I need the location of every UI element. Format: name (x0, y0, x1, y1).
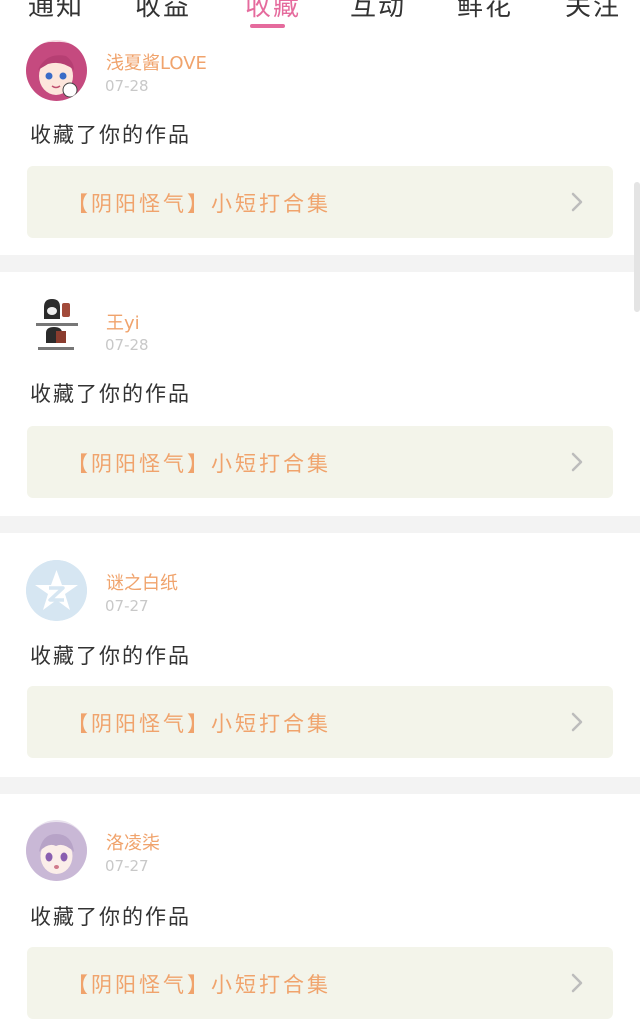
action-text: 收藏了你的作品 (30, 905, 191, 929)
timestamp: 07-27 (105, 597, 149, 615)
chevron-right-icon (571, 452, 583, 472)
anime-girl-avatar-icon[interactable] (26, 820, 87, 881)
chevron-right-icon (571, 973, 583, 993)
anime-girl-avatar-icon[interactable] (26, 40, 87, 101)
work-title: 【阴阳怪气】小短打合集 (67, 192, 331, 216)
notification-card: 王yi 07-28 收藏了你的作品 【阴阳怪气】小短打合集 (0, 272, 640, 516)
timestamp: 07-28 (105, 77, 149, 95)
tab-favorites[interactable]: 收藏 (245, 0, 301, 22)
notification-card: 谜之白纸 07-27 收藏了你的作品 【阴阳怪气】小短打合集 (0, 533, 640, 777)
scrollbar-thumb[interactable] (634, 182, 640, 312)
username[interactable]: 洛凌柒 (106, 829, 160, 855)
tab-interactions[interactable]: 互动 (350, 0, 406, 22)
username[interactable]: 浅夏酱LOVE (106, 49, 207, 75)
notification-card: 洛凌柒 07-27 收藏了你的作品 【阴阳怪气】小短打合集 (0, 794, 640, 1019)
tab-flowers[interactable]: 鲜花 (457, 0, 513, 22)
card-separator (0, 516, 640, 533)
tab-following[interactable]: 关注 (565, 0, 621, 22)
work-link[interactable]: 【阴阳怪气】小短打合集 (27, 426, 613, 498)
card-separator (0, 255, 640, 272)
username[interactable]: 谜之白纸 (106, 569, 178, 595)
action-text: 收藏了你的作品 (30, 123, 191, 147)
tab-income[interactable]: 收益 (135, 0, 191, 22)
work-title: 【阴阳怪气】小短打合集 (67, 452, 331, 476)
action-text: 收藏了你的作品 (30, 644, 191, 668)
work-title: 【阴阳怪气】小短打合集 (67, 712, 331, 736)
active-tab-indicator (250, 24, 285, 28)
timestamp: 07-28 (105, 336, 149, 354)
work-link[interactable]: 【阴阳怪气】小短打合集 (27, 686, 613, 758)
meme-avatar-icon[interactable] (26, 297, 87, 358)
default-star-avatar-icon[interactable] (26, 560, 87, 621)
card-separator (0, 777, 640, 794)
chevron-right-icon (571, 712, 583, 732)
chevron-right-icon (571, 192, 583, 212)
timestamp: 07-27 (105, 857, 149, 875)
username[interactable]: 王yi (106, 309, 140, 335)
tab-bar: 通知 收益 收藏 互动 鲜花 关注 (0, 0, 640, 34)
action-text: 收藏了你的作品 (30, 382, 191, 406)
work-link[interactable]: 【阴阳怪气】小短打合集 (27, 947, 613, 1019)
tab-notifications[interactable]: 通知 (28, 0, 84, 22)
work-link[interactable]: 【阴阳怪气】小短打合集 (27, 166, 613, 238)
notification-card: 浅夏酱LOVE 07-28 收藏了你的作品 【阴阳怪气】小短打合集 (0, 34, 640, 255)
